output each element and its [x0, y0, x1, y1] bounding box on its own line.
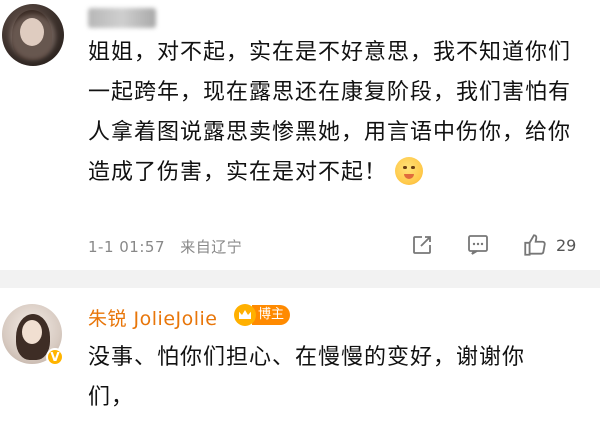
comment-text: 姐姐，对不起，实在是不好意思，我不知道你们一起跨年，现在露思还在康复阶段，我们害…	[88, 33, 573, 193]
comment-icon	[468, 235, 488, 255]
comment-body: 姐姐，对不起，实在是不好意思，我不知道你们一起跨年，现在露思还在康复阶段，我们害…	[88, 40, 572, 185]
host-badge: 博主	[234, 304, 291, 326]
avatar-blur	[10, 14, 56, 60]
user-avatar[interactable]	[2, 4, 64, 66]
avatar-face	[22, 320, 42, 344]
reply-line-1: 没事、怕你们担心、在慢慢的变好，谢谢你	[88, 345, 526, 370]
comment-item: 姐姐，对不起，实在是不好意思，我不知道你们一起跨年，现在露思还在康复阶段，我们害…	[0, 0, 600, 270]
timestamp: 1-1 01:57	[88, 238, 165, 256]
comment-meta: 1-1 01:57 来自辽宁	[88, 236, 252, 257]
reply-text: 没事、怕你们担心、在慢慢的变好，谢谢你 们，	[88, 338, 588, 418]
crown-icon	[234, 304, 256, 326]
share-button[interactable]	[410, 230, 434, 260]
section-divider	[0, 270, 600, 288]
like-button[interactable]: 29	[522, 230, 576, 260]
verified-badge-icon: V	[46, 348, 64, 366]
reply-line-2: 们，	[88, 385, 135, 410]
share-icon	[413, 236, 431, 254]
host-badge-label: 博主	[252, 305, 291, 325]
reply-button[interactable]	[466, 230, 490, 260]
location: 来自辽宁	[180, 238, 243, 256]
blogger-name[interactable]: 朱锐 JolieJolie	[88, 304, 218, 331]
pleading-face-emoji-icon	[395, 157, 424, 185]
blurred-username[interactable]	[88, 8, 156, 28]
like-count: 29	[556, 235, 577, 255]
thumbs-up-icon	[524, 234, 546, 256]
